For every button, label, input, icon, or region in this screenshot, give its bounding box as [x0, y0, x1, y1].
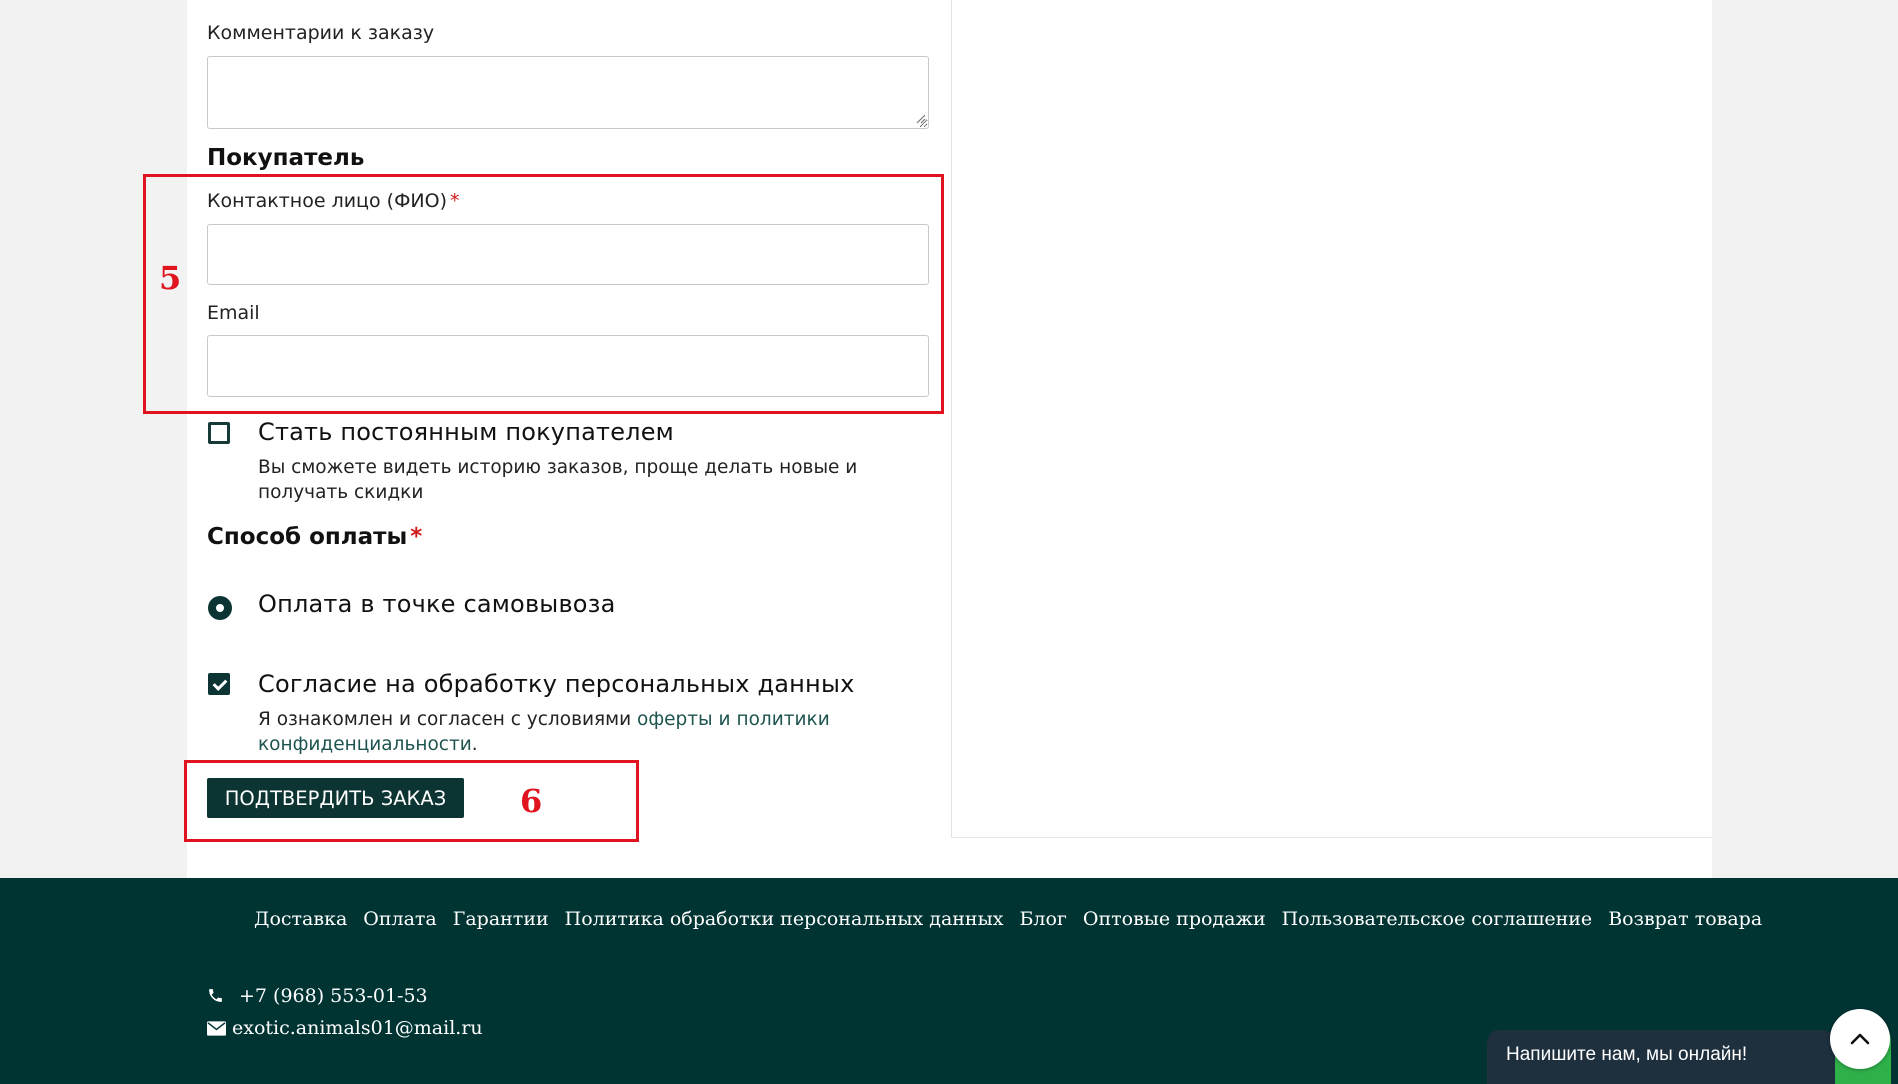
- footer-link-guarantees[interactable]: Гарантии: [453, 908, 549, 930]
- annotation-box-6: [184, 760, 639, 842]
- chat-widget[interactable]: Напишите нам, мы онлайн!: [1487, 1030, 1835, 1084]
- payment-section-title-text: Способ оплаты: [207, 524, 408, 550]
- resize-grip-icon[interactable]: [915, 113, 926, 124]
- offer-link[interactable]: оферты: [637, 709, 713, 730]
- footer-link-user-agreement[interactable]: Пользовательское соглашение: [1282, 908, 1593, 930]
- footer-email[interactable]: exotic.animals01@mail.ru: [232, 1017, 483, 1039]
- column-divider: [951, 0, 952, 838]
- consent-text-and: и: [718, 709, 731, 730]
- order-comment-label: Комментарии к заказу: [207, 22, 435, 44]
- footer-nav: Доставка Оплата Гарантии Политика обработки…: [254, 908, 1778, 930]
- chevron-up-icon: [1850, 1033, 1870, 1045]
- payment-option-label[interactable]: Оплата в точке самовывоза: [258, 590, 616, 618]
- regular-customer-description: Вы сможете видеть историю заказов, проще…: [258, 457, 858, 503]
- required-asterisk: *: [410, 524, 423, 550]
- footer-link-wholesale[interactable]: Оптовые продажи: [1083, 908, 1266, 930]
- scroll-to-top-button[interactable]: [1830, 1009, 1890, 1069]
- footer-link-privacy-policy[interactable]: Политика обработки персональных данных: [565, 908, 1004, 930]
- annotation-number-5: 5: [159, 259, 182, 297]
- buyer-section-title: Покупатель: [207, 145, 365, 171]
- payment-section-title: Способ оплаты *: [207, 524, 422, 550]
- consent-description: Я ознакомлен и согласен с условиями офер…: [258, 707, 938, 757]
- phone-icon: [209, 989, 222, 1002]
- consent-text-end: .: [471, 734, 478, 755]
- envelope-icon: [207, 1021, 226, 1036]
- annotation-number-6: 6: [520, 782, 543, 820]
- footer-link-delivery[interactable]: Доставка: [254, 908, 347, 930]
- order-comment-textarea[interactable]: [207, 56, 929, 129]
- footer-link-returns[interactable]: Возврат товара: [1608, 908, 1762, 930]
- footer-link-blog[interactable]: Блог: [1019, 908, 1066, 930]
- footer-phone[interactable]: +7 (968) 553-01-53: [239, 985, 428, 1007]
- regular-customer-title: Стать постоянным покупателем: [258, 418, 674, 446]
- regular-customer-checkbox[interactable]: [208, 422, 230, 444]
- consent-checkbox[interactable]: [208, 673, 230, 695]
- annotation-box-5: [143, 174, 944, 414]
- footer-link-payment[interactable]: Оплата: [363, 908, 436, 930]
- consent-title: Согласие на обработку персональных данны…: [258, 670, 855, 698]
- right-column-bottom-border: [951, 837, 1712, 838]
- consent-text-before: Я ознакомлен и согласен с условиями: [258, 709, 632, 730]
- payment-option-radio[interactable]: [208, 596, 232, 620]
